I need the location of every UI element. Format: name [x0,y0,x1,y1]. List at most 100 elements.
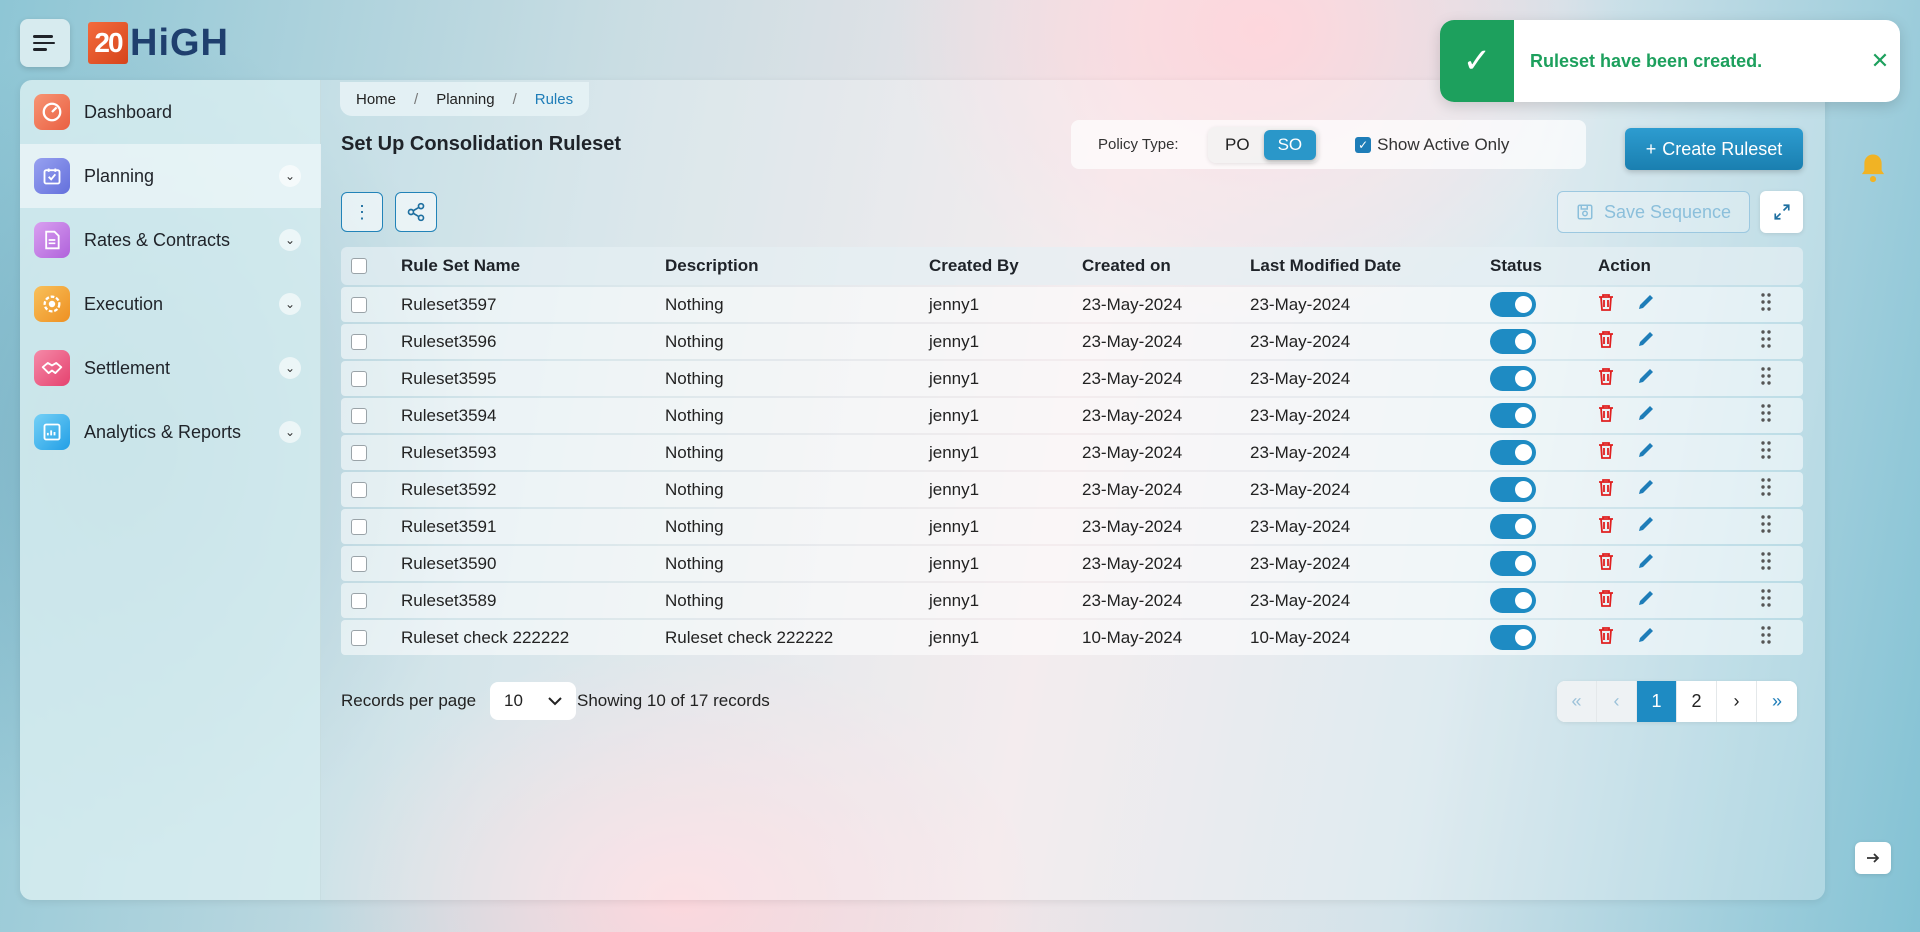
pencil-edit-icon[interactable] [1636,477,1656,503]
sidebar-item-execution[interactable]: Execution ⌄ [20,272,321,336]
chevron-down-icon[interactable]: ⌄ [279,421,301,443]
table-row[interactable]: Ruleset3593 Nothing jenny1 23-May-2024 2… [341,435,1803,470]
sidebar-item-analytics-reports[interactable]: Analytics & Reports ⌄ [20,400,321,464]
pencil-edit-icon[interactable] [1636,292,1656,318]
header-rule-set-name[interactable]: Rule Set Name [401,256,665,276]
table-row[interactable]: Ruleset check 222222 Ruleset check 22222… [341,620,1803,655]
drag-handle-icon[interactable] [1760,589,1772,612]
trash-icon[interactable] [1598,441,1614,464]
status-toggle[interactable] [1490,440,1536,465]
trash-icon[interactable] [1598,589,1614,612]
pencil-edit-icon[interactable] [1636,588,1656,614]
trash-icon[interactable] [1598,478,1614,501]
first-page-button[interactable]: « [1557,681,1597,722]
pencil-edit-icon[interactable] [1636,329,1656,355]
fullscreen-button[interactable] [1760,191,1803,233]
pencil-edit-icon[interactable] [1636,551,1656,577]
checkbox-checked-icon[interactable]: ✓ [1355,136,1372,153]
table-row[interactable]: Ruleset3596 Nothing jenny1 23-May-2024 2… [341,324,1803,359]
chevron-down-icon[interactable]: ⌄ [279,229,301,251]
trash-icon[interactable] [1598,330,1614,353]
drag-handle-icon[interactable] [1760,478,1772,501]
close-icon[interactable]: ✕ [1860,48,1900,74]
trash-icon[interactable] [1598,367,1614,390]
chevron-down-icon[interactable]: ⌄ [279,165,301,187]
table-row[interactable]: Ruleset3590 Nothing jenny1 23-May-2024 2… [341,546,1803,581]
chevron-down-icon[interactable]: ⌄ [279,293,301,315]
save-icon [1577,204,1593,220]
pencil-edit-icon[interactable] [1636,440,1656,466]
row-checkbox[interactable] [351,555,367,572]
table-row[interactable]: Ruleset3597 Nothing jenny1 23-May-2024 2… [341,287,1803,322]
arrow-right-button[interactable] [1855,842,1891,874]
drag-handle-icon[interactable] [1760,293,1772,316]
row-checkbox[interactable] [351,296,367,313]
trash-icon[interactable] [1598,293,1614,316]
show-active-only-checkbox[interactable]: ✓ Show Active Only [1355,135,1509,155]
sidebar-item-rates-contracts[interactable]: Rates & Contracts ⌄ [20,208,321,272]
notification-bell-icon[interactable] [1858,152,1888,190]
share-button[interactable] [395,192,437,232]
last-page-button[interactable]: » [1757,681,1797,722]
drag-handle-icon[interactable] [1760,330,1772,353]
status-toggle[interactable] [1490,551,1536,576]
table-row[interactable]: Ruleset3589 Nothing jenny1 23-May-2024 2… [341,583,1803,618]
status-toggle[interactable] [1490,366,1536,391]
sidebar-item-planning[interactable]: Planning ⌄ [20,144,321,208]
drag-handle-icon[interactable] [1760,552,1772,575]
table-row[interactable]: Ruleset3594 Nothing jenny1 23-May-2024 2… [341,398,1803,433]
sidebar-item-settlement[interactable]: Settlement ⌄ [20,336,321,400]
row-checkbox[interactable] [351,481,367,498]
status-toggle[interactable] [1490,514,1536,539]
breadcrumb-home[interactable]: Home [356,91,396,108]
header-description[interactable]: Description [665,256,929,276]
sidebar-item-dashboard[interactable]: Dashboard [20,80,321,144]
status-toggle[interactable] [1490,477,1536,502]
status-toggle[interactable] [1490,329,1536,354]
trash-icon[interactable] [1598,626,1614,649]
drag-handle-icon[interactable] [1760,515,1772,538]
table-row[interactable]: Ruleset3591 Nothing jenny1 23-May-2024 2… [341,509,1803,544]
more-options-button[interactable]: ⋮ [341,192,383,232]
hamburger-menu-button[interactable] [20,19,70,67]
previous-page-button[interactable]: ‹ [1597,681,1637,722]
page-1-button[interactable]: 1 [1637,681,1677,722]
select-all-checkbox[interactable] [351,258,367,274]
row-checkbox[interactable] [351,333,367,350]
pencil-edit-icon[interactable] [1636,403,1656,429]
row-checkbox[interactable] [351,444,367,461]
breadcrumb-planning[interactable]: Planning [436,91,494,108]
row-checkbox[interactable] [351,407,367,424]
header-created-on[interactable]: Created on [1082,256,1250,276]
pencil-edit-icon[interactable] [1636,625,1656,651]
status-toggle[interactable] [1490,292,1536,317]
header-last-modified[interactable]: Last Modified Date [1250,256,1490,276]
chevron-down-icon[interactable]: ⌄ [279,357,301,379]
status-toggle[interactable] [1490,588,1536,613]
row-checkbox[interactable] [351,592,367,609]
drag-handle-icon[interactable] [1760,404,1772,427]
table-row[interactable]: Ruleset3592 Nothing jenny1 23-May-2024 2… [341,472,1803,507]
records-per-page-select[interactable]: 10 [490,682,576,720]
trash-icon[interactable] [1598,515,1614,538]
pencil-edit-icon[interactable] [1636,514,1656,540]
row-checkbox[interactable] [351,518,367,535]
drag-handle-icon[interactable] [1760,367,1772,390]
trash-icon[interactable] [1598,404,1614,427]
save-sequence-button[interactable]: Save Sequence [1557,191,1750,233]
status-toggle[interactable] [1490,403,1536,428]
table-row[interactable]: Ruleset3595 Nothing jenny1 23-May-2024 2… [341,361,1803,396]
next-page-button[interactable]: › [1717,681,1757,722]
header-created-by[interactable]: Created By [929,256,1082,276]
policy-option-so[interactable]: SO [1263,129,1317,160]
trash-icon[interactable] [1598,552,1614,575]
drag-handle-icon[interactable] [1760,626,1772,649]
policy-option-po[interactable]: PO [1211,130,1264,160]
pencil-edit-icon[interactable] [1636,366,1656,392]
status-toggle[interactable] [1490,625,1536,650]
row-checkbox[interactable] [351,629,367,646]
row-checkbox[interactable] [351,370,367,387]
page-2-button[interactable]: 2 [1677,681,1717,722]
drag-handle-icon[interactable] [1760,441,1772,464]
create-ruleset-button[interactable]: + Create Ruleset [1625,128,1803,170]
